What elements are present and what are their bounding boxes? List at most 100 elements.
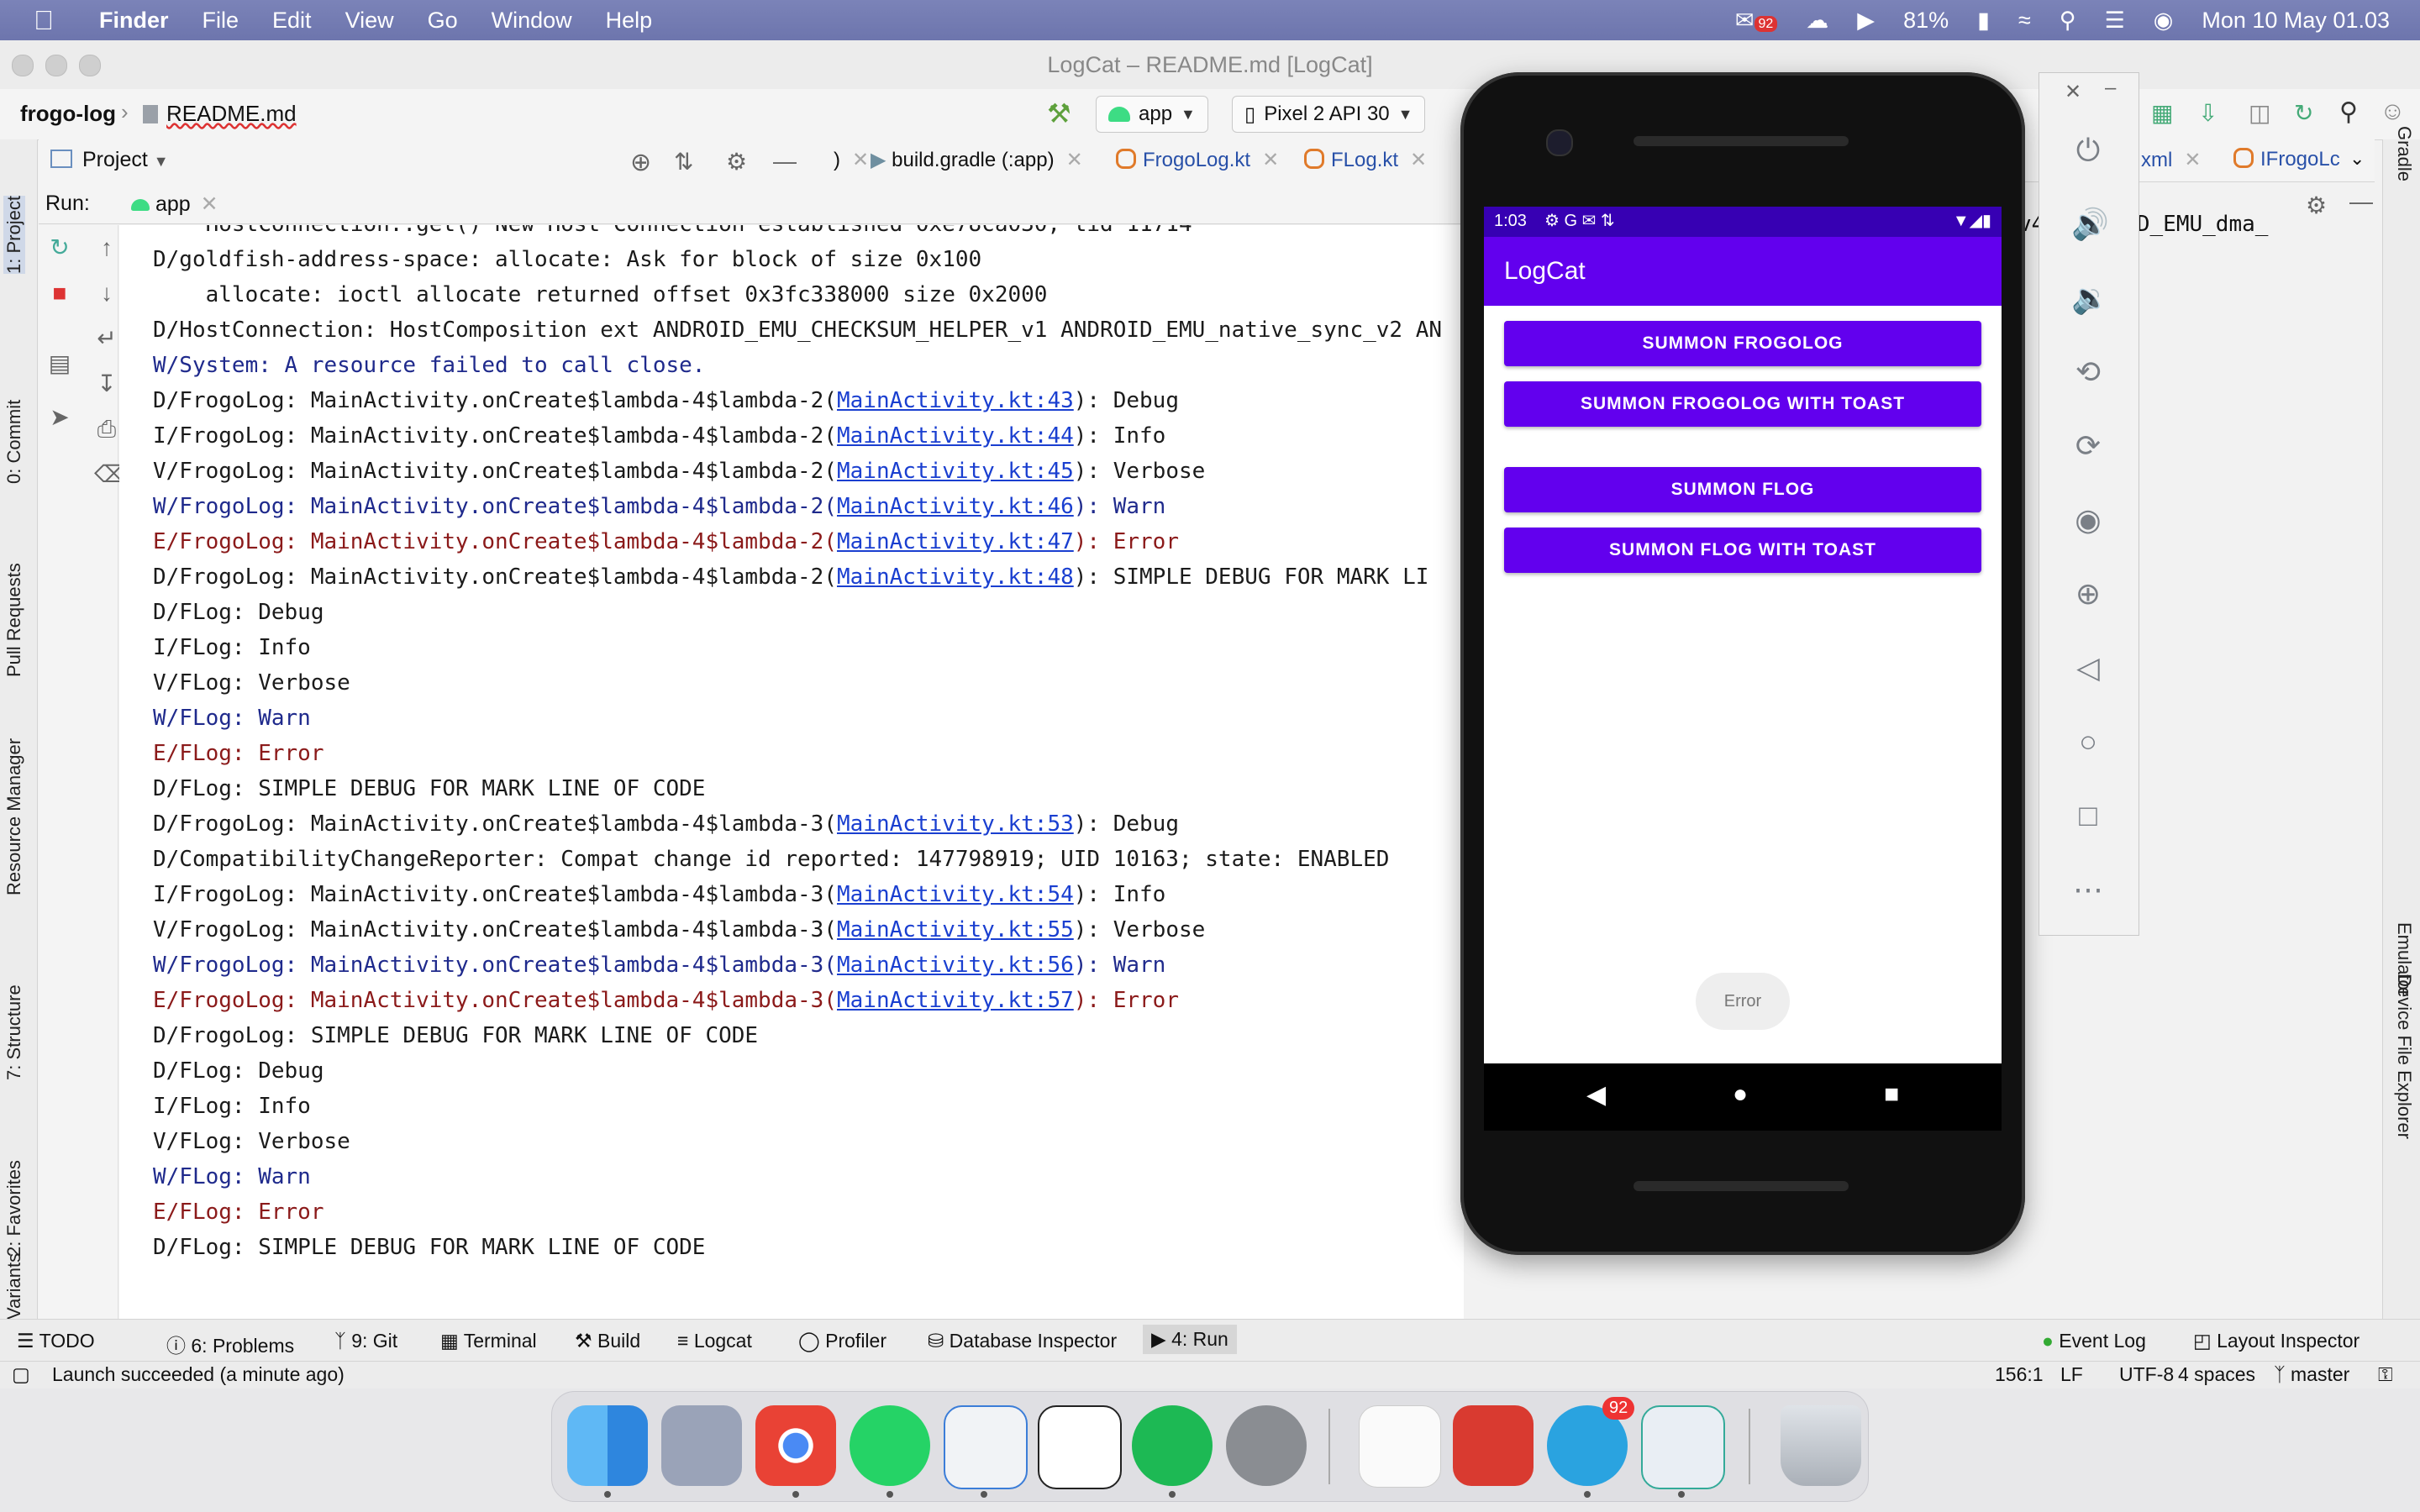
tab-frogolog-kt[interactable]: FrogoLog.kt ✕ bbox=[1116, 148, 1279, 172]
tool-favorites[interactable]: 2: Favorites bbox=[3, 1160, 25, 1257]
run-console[interactable]: HostConnection::get() New Host Connectio… bbox=[119, 225, 1464, 1361]
tab-ifrogolog[interactable]: IFrogoLc bbox=[2233, 148, 2340, 171]
layout-inspector-button[interactable]: ◰ Layout Inspector bbox=[2193, 1330, 2360, 1352]
apple-icon[interactable]:  bbox=[34, 5, 62, 35]
mail-status-icon[interactable]: ✉ 92 bbox=[1735, 8, 1778, 34]
battery-icon[interactable]: ▮ bbox=[1977, 8, 1990, 34]
simulator-icon[interactable] bbox=[1641, 1405, 1725, 1489]
summon-frogolog-toast-button[interactable]: SUMMON FROGOLOG WITH TOAST bbox=[1504, 381, 1981, 427]
close-tab-icon[interactable]: ✕ bbox=[2184, 149, 2201, 171]
more-options-icon[interactable]: ⋯ bbox=[2071, 873, 2105, 906]
device-select[interactable]: ▯ Pixel 2 API 30 ▼ bbox=[1232, 96, 1426, 133]
scroll-up-arrow-icon[interactable]: ↑ bbox=[94, 235, 119, 260]
home-circle-icon[interactable]: ● bbox=[1733, 1080, 1748, 1109]
home-icon[interactable]: ○ bbox=[2071, 725, 2105, 759]
control-center-icon[interactable]: ☰ bbox=[2105, 8, 2125, 34]
finder-icon[interactable] bbox=[567, 1405, 648, 1486]
sync-icon[interactable]: ↻ bbox=[2294, 99, 2313, 127]
tool-structure[interactable]: 7: Structure bbox=[3, 984, 25, 1080]
rotate-left-icon[interactable]: ⟲ bbox=[2071, 355, 2105, 389]
project-view-select[interactable]: Project ▼ bbox=[50, 148, 169, 172]
volume-up-icon[interactable]: 🔊 bbox=[2071, 207, 2109, 241]
source-link[interactable]: MainActivity.kt:55 bbox=[837, 917, 1074, 942]
bottom-tab-database-inspector[interactable]: ⛁ Database Inspector bbox=[928, 1330, 1117, 1352]
wifi-icon[interactable]: ≈ bbox=[2018, 8, 2031, 34]
source-link[interactable]: MainActivity.kt:57 bbox=[837, 988, 1074, 1013]
bottom-tab-todo[interactable]: ☰ TODO bbox=[17, 1330, 95, 1352]
menu-edit[interactable]: Edit bbox=[272, 8, 312, 34]
system-preferences-icon[interactable] bbox=[1226, 1405, 1307, 1486]
tool-pull-requests[interactable]: Pull Requests bbox=[3, 563, 25, 677]
textedit-icon[interactable] bbox=[1359, 1405, 1441, 1488]
run-tab-app[interactable]: app ✕ bbox=[131, 192, 218, 217]
event-log-button[interactable]: ● Event Log bbox=[2042, 1330, 2146, 1352]
settings-gear-icon[interactable]: ⚙ bbox=[726, 148, 747, 176]
bottom-tab-problems[interactable]: ⓘ 6: Problems bbox=[166, 1330, 294, 1358]
recents-square-icon[interactable]: ■ bbox=[1884, 1080, 1899, 1109]
status-message[interactable]: Launch succeeded (a minute ago) bbox=[52, 1363, 345, 1386]
menu-go[interactable]: Go bbox=[428, 8, 458, 34]
menu-file[interactable]: File bbox=[203, 8, 239, 34]
collapse-icon[interactable]: ⇅ bbox=[674, 148, 693, 176]
summon-frogolog-button[interactable]: SUMMON FROGOLOG bbox=[1504, 321, 1981, 366]
back-icon[interactable]: ◁ bbox=[2071, 651, 2105, 685]
avd-manager-icon[interactable]: ◫ bbox=[2249, 99, 2270, 127]
soft-wrap-icon[interactable]: ↵ bbox=[94, 326, 119, 351]
spotlight-search-icon[interactable]: ⚲ bbox=[2060, 8, 2076, 34]
unity-icon[interactable] bbox=[1038, 1405, 1122, 1489]
account-icon[interactable]: ☺ bbox=[2380, 97, 2406, 126]
bottom-tab-git[interactable]: ᛉ 9: Git bbox=[334, 1330, 397, 1352]
stop-icon[interactable]: ■ bbox=[47, 281, 72, 306]
photo-booth-icon[interactable] bbox=[1453, 1405, 1534, 1486]
tool-resource-manager[interactable]: Resource Manager bbox=[3, 738, 25, 895]
back-triangle-icon[interactable]: ◀ bbox=[1586, 1080, 1606, 1110]
status-cursor-position[interactable]: 156:1 bbox=[1995, 1363, 2044, 1386]
pin-tab-icon[interactable]: ➤ bbox=[47, 405, 72, 430]
tool-project[interactable]: 1: Project bbox=[3, 196, 25, 274]
siri-icon[interactable]: ◉ bbox=[2154, 8, 2174, 34]
print-icon[interactable]: ⎙ bbox=[94, 417, 119, 442]
bottom-tab-terminal[interactable]: ▦ Terminal bbox=[440, 1330, 537, 1352]
creative-cloud-icon[interactable]: ☁ bbox=[1806, 8, 1828, 34]
source-link[interactable]: MainActivity.kt:43 bbox=[837, 388, 1074, 413]
status-lock-icon[interactable]: ⚿ bbox=[2378, 1363, 2393, 1386]
build-hammer-icon[interactable]: ⚒ bbox=[1047, 97, 1071, 129]
close-tab-icon[interactable]: ✕ bbox=[852, 149, 869, 171]
android-studio-icon[interactable] bbox=[944, 1405, 1028, 1489]
status-git-branch[interactable]: master bbox=[2291, 1363, 2349, 1386]
rerun-icon[interactable]: ↻ bbox=[47, 235, 72, 260]
breadcrumb-project[interactable]: frogo-log bbox=[20, 101, 116, 127]
volume-down-icon[interactable]: 🔉 bbox=[2071, 281, 2109, 315]
device-screen[interactable]: 1:03 ⚙ G ✉ ⇅ ▼◢▮ LogCat SUMMON FROGOLOG … bbox=[1484, 207, 2002, 1063]
bottom-tab-build[interactable]: ⚒ Build bbox=[575, 1330, 640, 1352]
spotify-icon[interactable] bbox=[1132, 1405, 1213, 1486]
whatsapp-icon[interactable] bbox=[850, 1405, 930, 1486]
tab-flog-kt[interactable]: FLog.kt ✕ bbox=[1304, 148, 1427, 172]
zoom-icon[interactable]: ⊕ bbox=[2071, 577, 2105, 611]
status-indent[interactable]: 4 spaces bbox=[2178, 1363, 2255, 1386]
source-link[interactable]: MainActivity.kt:45 bbox=[837, 459, 1074, 484]
menu-window[interactable]: Window bbox=[492, 8, 572, 34]
locate-icon[interactable]: ⊕ bbox=[630, 148, 651, 177]
device-manager-icon[interactable]: ▦ bbox=[2151, 99, 2173, 127]
chrome-icon[interactable] bbox=[755, 1405, 836, 1486]
search-everywhere-icon[interactable]: ⚲ bbox=[2339, 97, 2358, 127]
tool-device-file-explorer[interactable]: Device File Explorer bbox=[2393, 974, 2415, 1139]
sdk-manager-icon[interactable]: ⇩ bbox=[2198, 99, 2217, 127]
trash-clear-icon[interactable]: ⌫ bbox=[94, 462, 128, 487]
scroll-down-arrow-icon[interactable]: ↓ bbox=[94, 281, 119, 306]
source-link[interactable]: MainActivity.kt:46 bbox=[837, 494, 1074, 519]
run-config-select[interactable]: app ▼ bbox=[1096, 96, 1208, 133]
bottom-tab-profiler[interactable]: ◯ Profiler bbox=[798, 1330, 886, 1352]
source-link[interactable]: MainActivity.kt:53 bbox=[837, 811, 1074, 837]
battery-label[interactable]: 81% bbox=[1903, 8, 1949, 34]
restore-layout-icon[interactable]: ▤ bbox=[47, 351, 72, 376]
bottom-tab-logcat[interactable]: ≡ Logcat bbox=[677, 1330, 752, 1352]
launchpad-icon[interactable] bbox=[661, 1405, 742, 1486]
bottom-tab-run[interactable]: ▶ 4: Run bbox=[1143, 1325, 1237, 1354]
status-square-icon[interactable]: ▢ bbox=[12, 1363, 30, 1386]
source-link[interactable]: MainActivity.kt:56 bbox=[837, 953, 1074, 978]
tab-partial[interactable]: ) ✕ bbox=[834, 148, 869, 172]
power-icon[interactable]: ⏻ bbox=[2071, 134, 2105, 167]
source-link[interactable]: MainActivity.kt:44 bbox=[837, 423, 1074, 449]
